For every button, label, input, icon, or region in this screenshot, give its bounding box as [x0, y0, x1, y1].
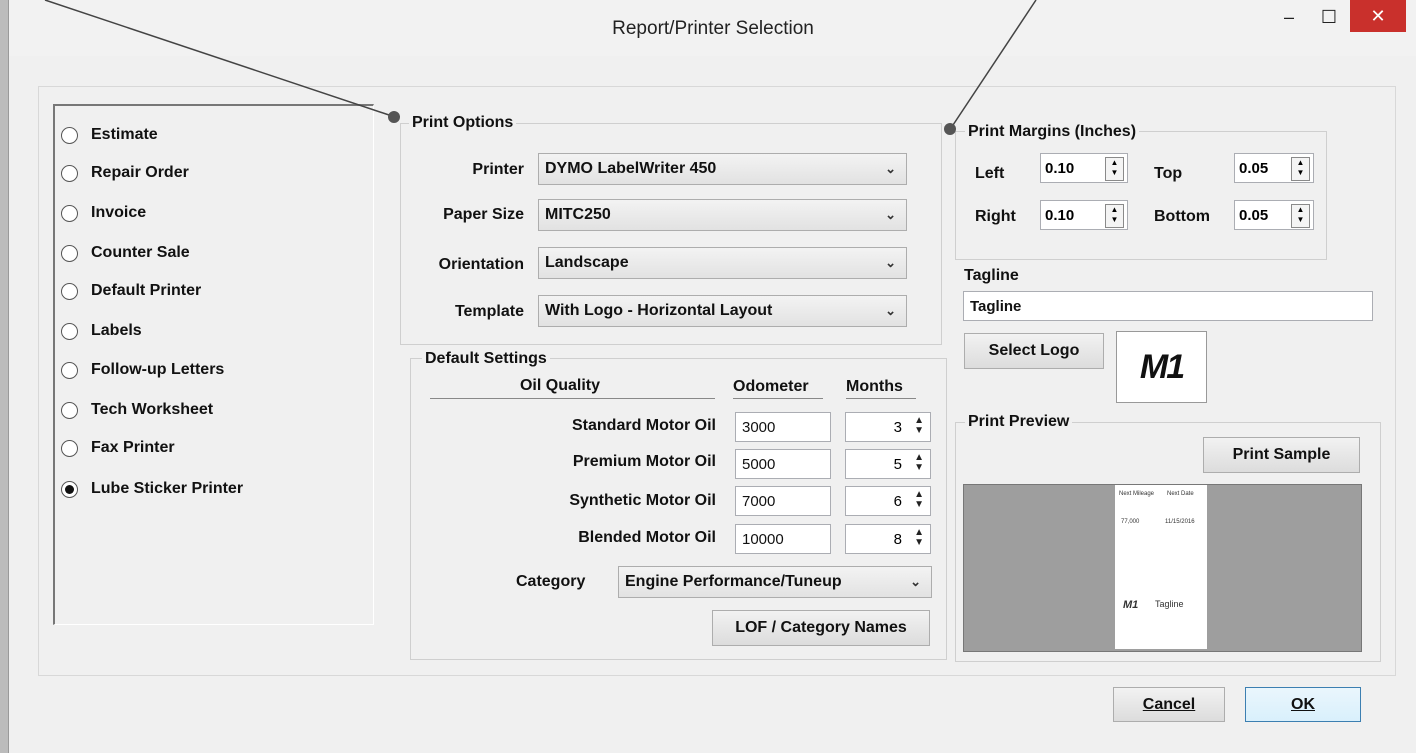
callout-dot-print-margins	[944, 123, 956, 135]
callout-line-print-options	[44, 0, 393, 117]
callout-line-print-margins	[950, 0, 1037, 129]
callout-dot-print-options	[388, 111, 400, 123]
annotation-callouts	[44, 0, 1037, 135]
